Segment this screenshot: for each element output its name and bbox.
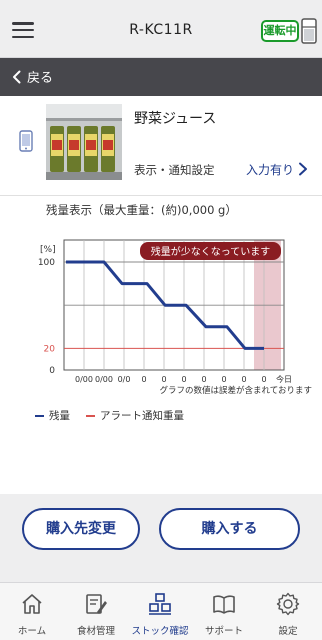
x-tick-label: 0 (201, 375, 206, 384)
tab-label: 食材管理 (76, 626, 115, 637)
y-tick-label: 100 (38, 258, 55, 268)
gear-icon (276, 592, 300, 616)
x-tick-label: 今日 (276, 374, 292, 384)
legend-label-alert: アラート通知重量 (100, 410, 184, 422)
book-icon (213, 595, 235, 614)
app-bar: R-KC11R 運転中 (0, 0, 322, 58)
legend-swatch-alert (86, 414, 95, 417)
tab-support[interactable]: サポート (192, 583, 256, 640)
tab-food-management[interactable]: 食材管理 (64, 583, 128, 640)
tab-settings[interactable]: 設定 (256, 583, 320, 640)
x-tick-label: 0 (181, 375, 186, 384)
legend-label-stock: 残量 (49, 410, 70, 422)
x-tick-label: 0/00 (95, 375, 113, 384)
tab-label: ホーム (17, 626, 47, 637)
y-tick-label: 0 (49, 366, 55, 376)
tab-home[interactable]: ホーム (0, 583, 64, 640)
stock-chart: [%]100200残量が少なくなっています0/00 0/00 0/0 0 0 0 0 0 0 0 今… (38, 239, 313, 396)
home-icon (22, 594, 42, 614)
device-icon[interactable] (301, 18, 317, 44)
tab-label: 設定 (278, 626, 298, 637)
x-tick-label: 0 (221, 375, 226, 384)
product-row: 野菜ジュース 表示・通知設定 入力有り (0, 96, 322, 196)
stock-icon (149, 593, 171, 615)
x-tick-label: 0 (141, 375, 146, 384)
y-unit-label: [%] (40, 245, 56, 255)
buy-button[interactable]: 購入する (159, 508, 300, 550)
legend-swatch-stock (35, 414, 44, 417)
phone-icon[interactable] (19, 130, 33, 152)
chevron-left-icon (13, 70, 21, 83)
x-tick-label: 0/00 (75, 375, 93, 384)
tab-bar: ホーム 食材管理 ストック確認 サポート 設定 (0, 582, 322, 640)
back-button[interactable]: 戻る (12, 67, 53, 86)
notify-settings-link[interactable]: 入力有り (246, 161, 294, 178)
product-name: 野菜ジュース (134, 111, 217, 127)
x-tick-label: 0/0 (118, 375, 131, 384)
notify-settings-label: 表示・通知設定 (134, 163, 215, 177)
chart-note: グラフの数値は誤差が含まれております (160, 385, 313, 396)
back-label: 戻る (27, 71, 54, 86)
chart-legend: 残量 アラート通知重量 (35, 408, 184, 423)
change-supplier-button[interactable]: 購入先変更 (22, 508, 140, 550)
capacity-label: 残量表示（最大重量：(約)0,000 g） (46, 203, 237, 217)
edit-icon (86, 594, 107, 614)
tab-stock-check[interactable]: ストック確認 (128, 583, 192, 640)
alert-banner-text: 残量が少なくなっています (151, 245, 271, 258)
x-tick-label: 0 (161, 375, 166, 384)
status-badge: 運転中 (261, 20, 299, 42)
product-image (46, 104, 122, 180)
back-bar: 戻る (0, 58, 322, 96)
x-tick-label: 0 (261, 375, 266, 384)
x-tick-label: 0 (241, 375, 246, 384)
chevron-right-icon[interactable] (298, 162, 308, 176)
y-tick-label: 20 (44, 344, 56, 354)
action-area: 購入先変更 購入する (0, 494, 322, 582)
tab-label: ストック確認 (131, 626, 189, 637)
tab-label: サポート (204, 626, 243, 637)
